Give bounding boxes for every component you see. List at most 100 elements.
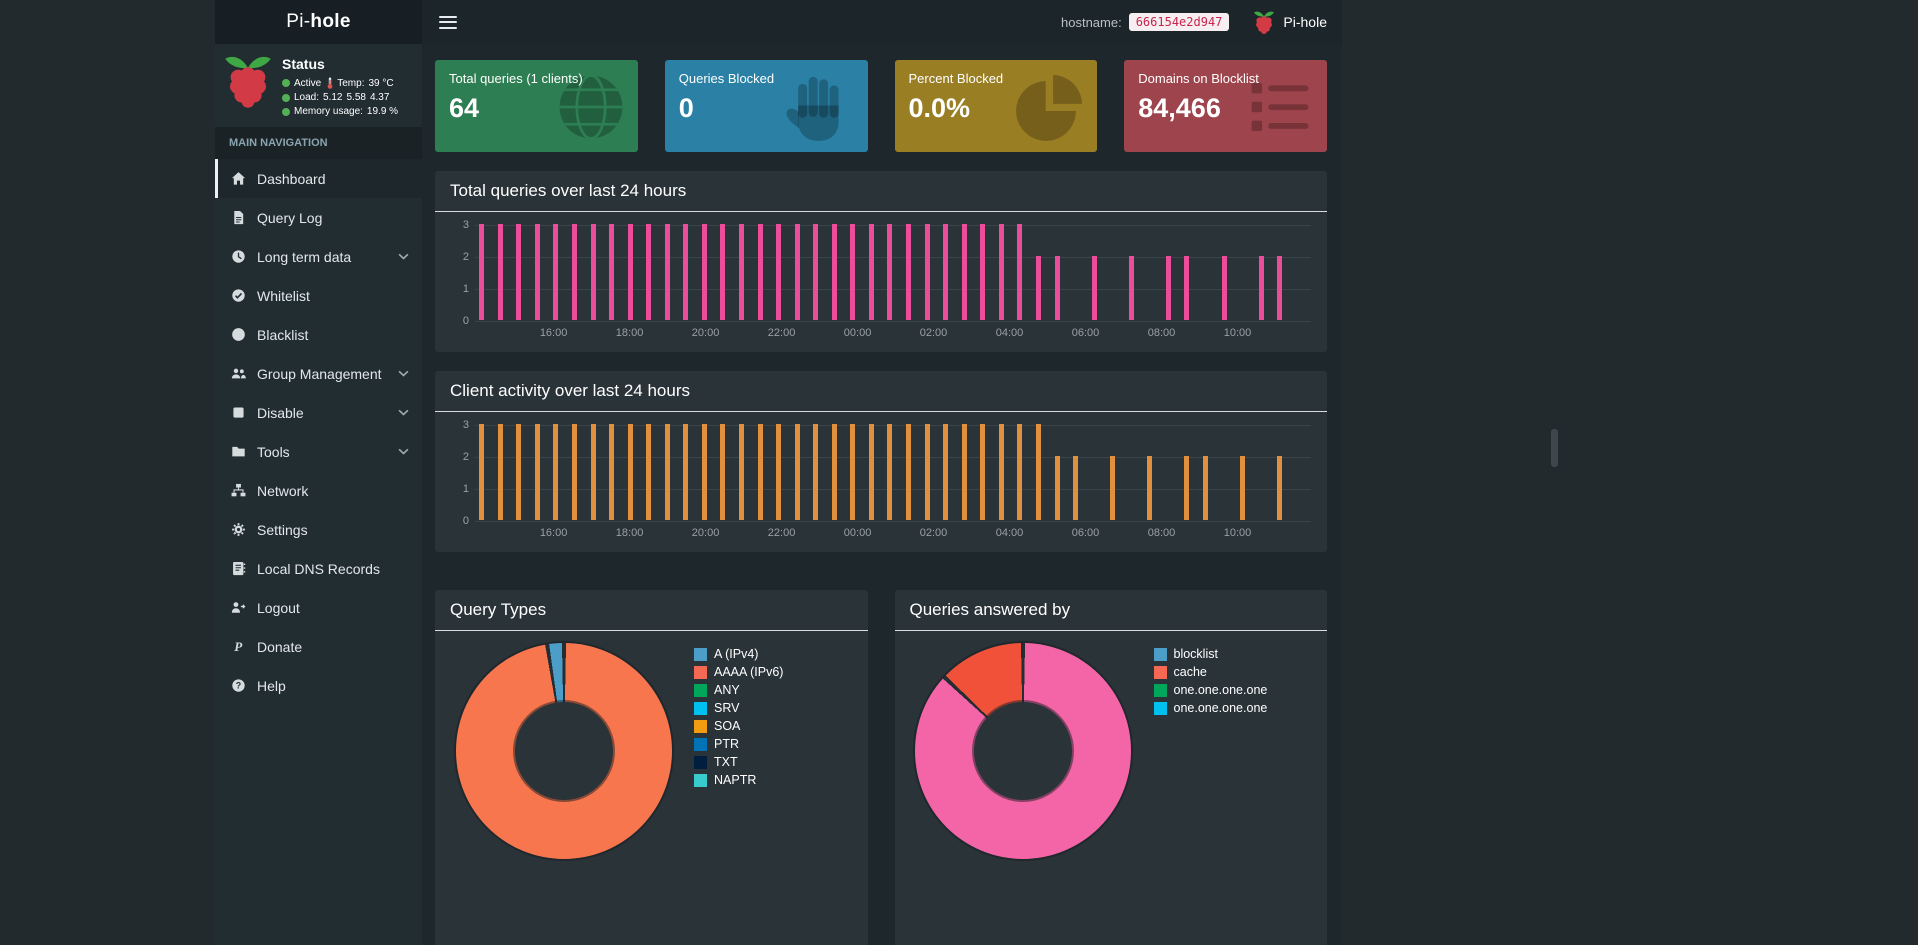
legend-item-blocklist[interactable]: blocklist (1153, 645, 1268, 663)
legend-label: AAAA (IPv6) (714, 665, 784, 679)
chart-bar (794, 224, 800, 320)
scrollbar-thumb[interactable] (1551, 429, 1558, 467)
chart-bar (664, 424, 670, 520)
sidebar-item-network[interactable]: Network (215, 471, 422, 510)
legend-item-one-one-one-one[interactable]: one.one.one.one (1153, 699, 1268, 717)
x-axis-tick: 20:00 (691, 327, 720, 339)
legend-item-ptr[interactable]: PTR (694, 735, 783, 753)
panel-header: Client activity over last 24 hours (435, 371, 1327, 412)
queries-answered-by-donut-chart (915, 643, 1131, 859)
status-title: Status (282, 56, 325, 72)
sidebar-item-whitelist[interactable]: Whitelist (215, 276, 422, 315)
x-axis-tick: 18:00 (615, 527, 644, 539)
legend-item-naptr[interactable]: NAPTR (694, 771, 783, 789)
legend-label: NAPTR (714, 773, 757, 787)
chart-bar (701, 224, 707, 320)
legend-item-cache[interactable]: cache (1153, 663, 1268, 681)
sidebar-item-blacklist[interactable]: Blacklist (215, 315, 422, 354)
chart-bar (1277, 256, 1283, 320)
chart-bar (776, 224, 782, 320)
stat-card-title: Total queries (1 clients) (449, 71, 583, 86)
sidebar-item-long-term-data[interactable]: Long term data (215, 237, 422, 276)
sidebar-item-label: Help (257, 677, 286, 694)
status-memory-row: Memory usage: 19.9 % (282, 106, 398, 117)
query-types-donut-chart (455, 643, 672, 859)
chart-bar (1091, 256, 1097, 320)
chart-bar (609, 224, 615, 320)
sidebar-item-tools[interactable]: Tools (215, 432, 422, 471)
x-axis-tick: 10:00 (1223, 327, 1252, 339)
sidebar-item-label: Query Log (257, 209, 323, 226)
sidebar-item-group-management[interactable]: Group Management (215, 354, 422, 393)
paypal-icon: P (230, 639, 247, 654)
chart-bar (590, 424, 596, 520)
sidebar-item-dashboard[interactable]: Dashboard (215, 159, 422, 198)
legend-swatch (694, 773, 707, 787)
sidebar-item-help[interactable]: ? Help (215, 666, 422, 705)
donut-row: Query Types A (IPv4) AAAA (IPv6) ANY SRV SOA… (435, 571, 1327, 945)
legend-label: blocklist (1173, 647, 1218, 661)
legend-item-srv[interactable]: SRV (694, 699, 783, 717)
sidebar-item-disable[interactable]: Disable (215, 393, 422, 432)
panel-title: Queries answered by (909, 600, 1071, 619)
legend-label: A (IPv4) (714, 647, 759, 661)
chart-bar (1110, 456, 1116, 520)
legend-item-txt[interactable]: TXT (694, 753, 783, 771)
app-logo[interactable]: Pi-hole (215, 0, 422, 44)
legend-item-a-ipv4[interactable]: A (IPv4) (694, 645, 783, 663)
chart-bar (943, 424, 949, 520)
chart-bar (553, 224, 559, 320)
chevron-down-icon (398, 409, 409, 416)
load-value: 5.58 (346, 92, 366, 103)
sidebar-item-settings[interactable]: Settings (215, 510, 422, 549)
sidebar-item-query-log[interactable]: Query Log (215, 198, 422, 237)
chart-bar (850, 424, 856, 520)
sidebar-item-label: Dashboard (257, 170, 326, 187)
app-logo-text-bold: hole (310, 11, 351, 32)
chart-bar (850, 224, 856, 320)
chevron-down-icon (398, 448, 409, 455)
stat-card-value: 0.0% (908, 93, 971, 123)
sidebar-item-donate[interactable]: P Donate (215, 627, 422, 666)
x-axis-tick: 16:00 (539, 327, 568, 339)
panel-total-queries: Total queries over last 24 hours 0 1 2 3 16… (435, 171, 1327, 352)
chart-bar (924, 424, 930, 520)
load-label: Load: (294, 92, 320, 103)
stat-card-queries-blocked: Queries Blocked 0 (664, 60, 868, 152)
status-active-label: Active (294, 77, 322, 89)
chart-bar (1147, 456, 1153, 520)
chart-bar (794, 424, 800, 520)
chart-bar (1054, 256, 1060, 320)
y-axis-tick: 2 (462, 451, 469, 463)
sidebar-item-local-dns-records[interactable]: Local DNS Records (215, 549, 422, 588)
sidebar-item-label: Donate (257, 638, 303, 655)
legend-label: one.one.one.one (1173, 701, 1268, 715)
status-active-row: Active Temp: 39 °C (282, 77, 398, 89)
top-navbar: Pi-hole hostname: 666154e2d947 Pi-hole (215, 0, 1342, 44)
sidebar-menu: Dashboard Query Log Long term data Whitelis… (215, 159, 422, 705)
panel-title: Client activity over last 24 hours (450, 381, 690, 400)
chart-bar (664, 224, 670, 320)
sidebar-section-header: MAIN NAVIGATION (215, 127, 422, 159)
legend-item-any[interactable]: ANY (694, 681, 783, 699)
x-axis-tick: 06:00 (1071, 327, 1100, 339)
legend-item-aaaa-ipv6[interactable]: AAAA (IPv6) (694, 663, 783, 681)
chart-x-axis: 16:00 18:00 20:00 22:00 00:00 02:00 04:00 06:00… (475, 521, 1311, 547)
queries-answered-by-legend: blocklist cache one.one.one.one one.one.one… (1153, 643, 1268, 859)
chart-bar (571, 424, 577, 520)
chevron-down-icon (398, 253, 409, 260)
legend-swatch (694, 647, 707, 661)
sidebar-toggle-button[interactable] (437, 12, 459, 33)
legend-item-soa[interactable]: SOA (694, 717, 783, 735)
sidebar-item-logout[interactable]: Logout (215, 588, 422, 627)
legend-item-one-one-one-one[interactable]: one.one.one.one (1153, 681, 1267, 699)
bar-chart-client-activity: 0 1 2 3 16:00 18:00 20:00 22:00 00:00 02:00 04:00… (435, 412, 1327, 552)
x-axis-tick: 02:00 (919, 327, 948, 339)
status-panel: Status Active Temp: 39 °C Load: 5.12 5.5… (215, 44, 422, 127)
chart-bar (776, 424, 782, 520)
chart-bar (887, 224, 893, 320)
stat-card-value: 84,466 (1138, 93, 1221, 123)
donut-body: blocklist cache one.one.one.one one.one.one… (895, 631, 1328, 871)
pihole-raspberry-icon (223, 53, 273, 117)
chart-bar (646, 224, 652, 320)
